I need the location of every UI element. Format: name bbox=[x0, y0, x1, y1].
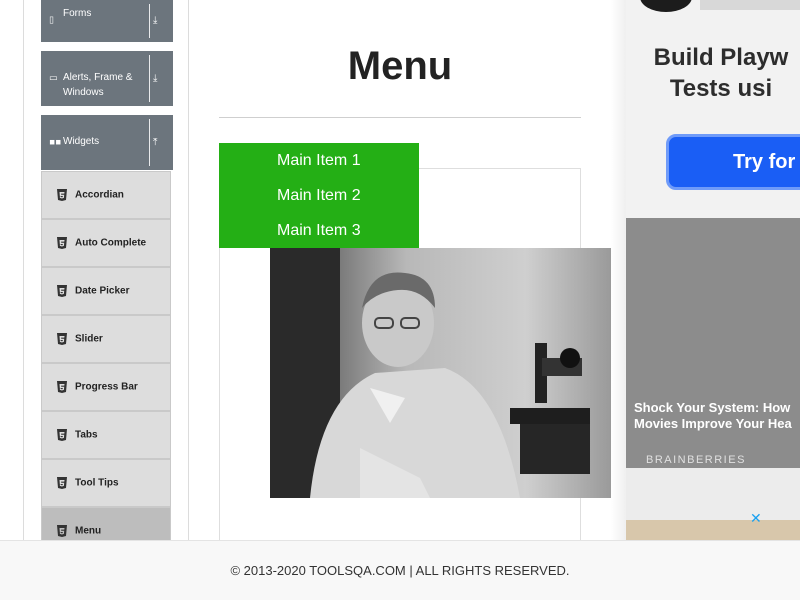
chevron-down-icon[interactable]: ⤓ bbox=[153, 16, 157, 26]
ad-divider bbox=[611, 0, 626, 540]
window-icon: ▭ bbox=[49, 73, 58, 83]
sidebar: ▯ Forms ⤓ ▭ Alerts, Frame & Windows ⤓ ▪▪… bbox=[23, 0, 189, 555]
html5-icon bbox=[57, 381, 67, 393]
html5-icon bbox=[57, 525, 67, 537]
html5-icon bbox=[57, 189, 67, 201]
sidebar-item-tool-tips[interactable]: Tool Tips bbox=[41, 459, 171, 507]
ad-banner[interactable]: Build Playw Tests usi Try for fre bbox=[626, 0, 800, 218]
menu-item-3[interactable]: Main Item 3 bbox=[219, 213, 419, 248]
ad-native[interactable]: Shock Your System: How Movies Improve Yo… bbox=[626, 218, 800, 468]
sidebar-item-label: Tool Tips bbox=[75, 477, 119, 489]
file-icon: ▯ bbox=[49, 15, 54, 26]
sidebar-item-label: Progress Bar bbox=[75, 381, 138, 393]
page-title: Menu bbox=[347, 44, 453, 88]
sidebar-group-label: Alerts, Frame & Windows bbox=[63, 72, 133, 98]
scientist-photo bbox=[270, 248, 611, 498]
html5-icon bbox=[57, 333, 67, 345]
ad-thumbnail[interactable] bbox=[626, 520, 800, 540]
page: ▯ Forms ⤓ ▭ Alerts, Frame & Windows ⤓ ▪▪… bbox=[0, 0, 800, 600]
sidebar-item-label: Menu bbox=[75, 525, 102, 537]
sidebar-item-progress-bar[interactable]: Progress Bar bbox=[41, 363, 171, 411]
ad-headline: Build Playw Tests usi bbox=[653, 44, 789, 102]
sidebar-group-label: Widgets bbox=[63, 136, 100, 147]
sidebar-item-label: Slider bbox=[75, 333, 103, 345]
menu-item-1[interactable]: Main Item 1 bbox=[219, 143, 419, 178]
html5-icon bbox=[57, 237, 67, 249]
chevron-up-icon[interactable]: ⤒ bbox=[153, 137, 157, 148]
footer-copyright: © 2013-2020 TOOLSQA.COM | ALL RIGHTS RES… bbox=[230, 563, 570, 578]
ad-caption[interactable]: Shock Your System: How Movies Improve Yo… bbox=[634, 400, 800, 432]
sidebar-group-label: Forms bbox=[63, 8, 92, 19]
sidebar-item-accordian[interactable]: Accordian bbox=[41, 171, 171, 219]
brand-logo-text bbox=[700, 0, 800, 10]
html5-icon bbox=[57, 477, 67, 489]
ad-brand: BRAINBERRIES bbox=[646, 454, 746, 466]
sidebar-item-tabs[interactable]: Tabs bbox=[41, 411, 171, 459]
divider bbox=[149, 55, 150, 102]
sidebar-item-slider[interactable]: Slider bbox=[41, 315, 171, 363]
sidebar-item-label: Tabs bbox=[75, 429, 98, 441]
menu-item-2[interactable]: Main Item 2 bbox=[219, 178, 419, 213]
sidebar-group-widgets[interactable]: ▪▪ Widgets ⤒ bbox=[41, 115, 173, 170]
divider bbox=[149, 4, 150, 38]
divider bbox=[149, 119, 150, 166]
sidebar-group-forms[interactable]: ▯ Forms ⤓ bbox=[41, 0, 173, 42]
sidebar-item-label: Date Picker bbox=[75, 285, 130, 297]
html5-icon bbox=[57, 285, 67, 297]
sidebar-item-label: Auto Complete bbox=[75, 237, 147, 249]
sidebar-group-alerts[interactable]: ▭ Alerts, Frame & Windows ⤓ bbox=[41, 51, 173, 106]
brand-logo-icon bbox=[640, 0, 692, 12]
sidebar-item-auto-complete[interactable]: Auto Complete bbox=[41, 219, 171, 267]
chevron-down-icon[interactable]: ⤓ bbox=[153, 73, 157, 84]
divider bbox=[219, 117, 581, 118]
grid-icon: ▪▪ bbox=[49, 137, 62, 147]
ad-cta-button[interactable]: Try for fre bbox=[666, 134, 800, 190]
footer: © 2013-2020 TOOLSQA.COM | ALL RIGHTS RES… bbox=[0, 540, 800, 600]
close-icon[interactable]: ✕ bbox=[750, 511, 762, 527]
html5-icon bbox=[57, 429, 67, 441]
sidebar-item-label: Accordian bbox=[75, 189, 124, 201]
nav-menu: Main Item 1 Main Item 2 Main Item 3 bbox=[219, 143, 419, 248]
sidebar-item-date-picker[interactable]: Date Picker bbox=[41, 267, 171, 315]
